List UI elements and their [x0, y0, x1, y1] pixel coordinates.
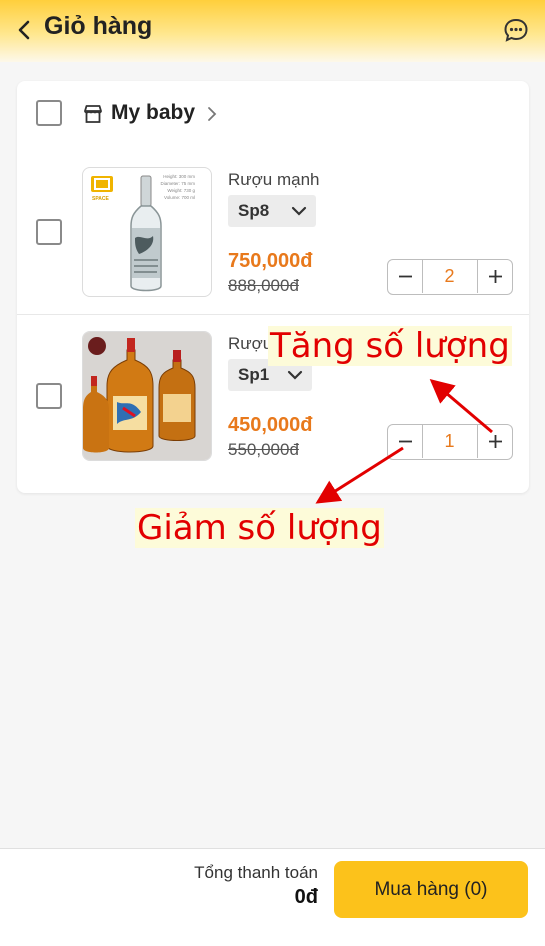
arrow-to-increase-button: [429, 379, 493, 434]
checkout-button[interactable]: Mua hàng (0): [334, 861, 528, 918]
annotation-arrows: [315, 379, 493, 504]
total-value: 0đ: [294, 886, 318, 908]
checkout-bar: Tổng thanh toán 0đ Mua hàng (0): [0, 848, 545, 946]
total-label: Tổng thanh toán: [194, 863, 318, 882]
arrow-to-decrease-button: [315, 446, 404, 504]
